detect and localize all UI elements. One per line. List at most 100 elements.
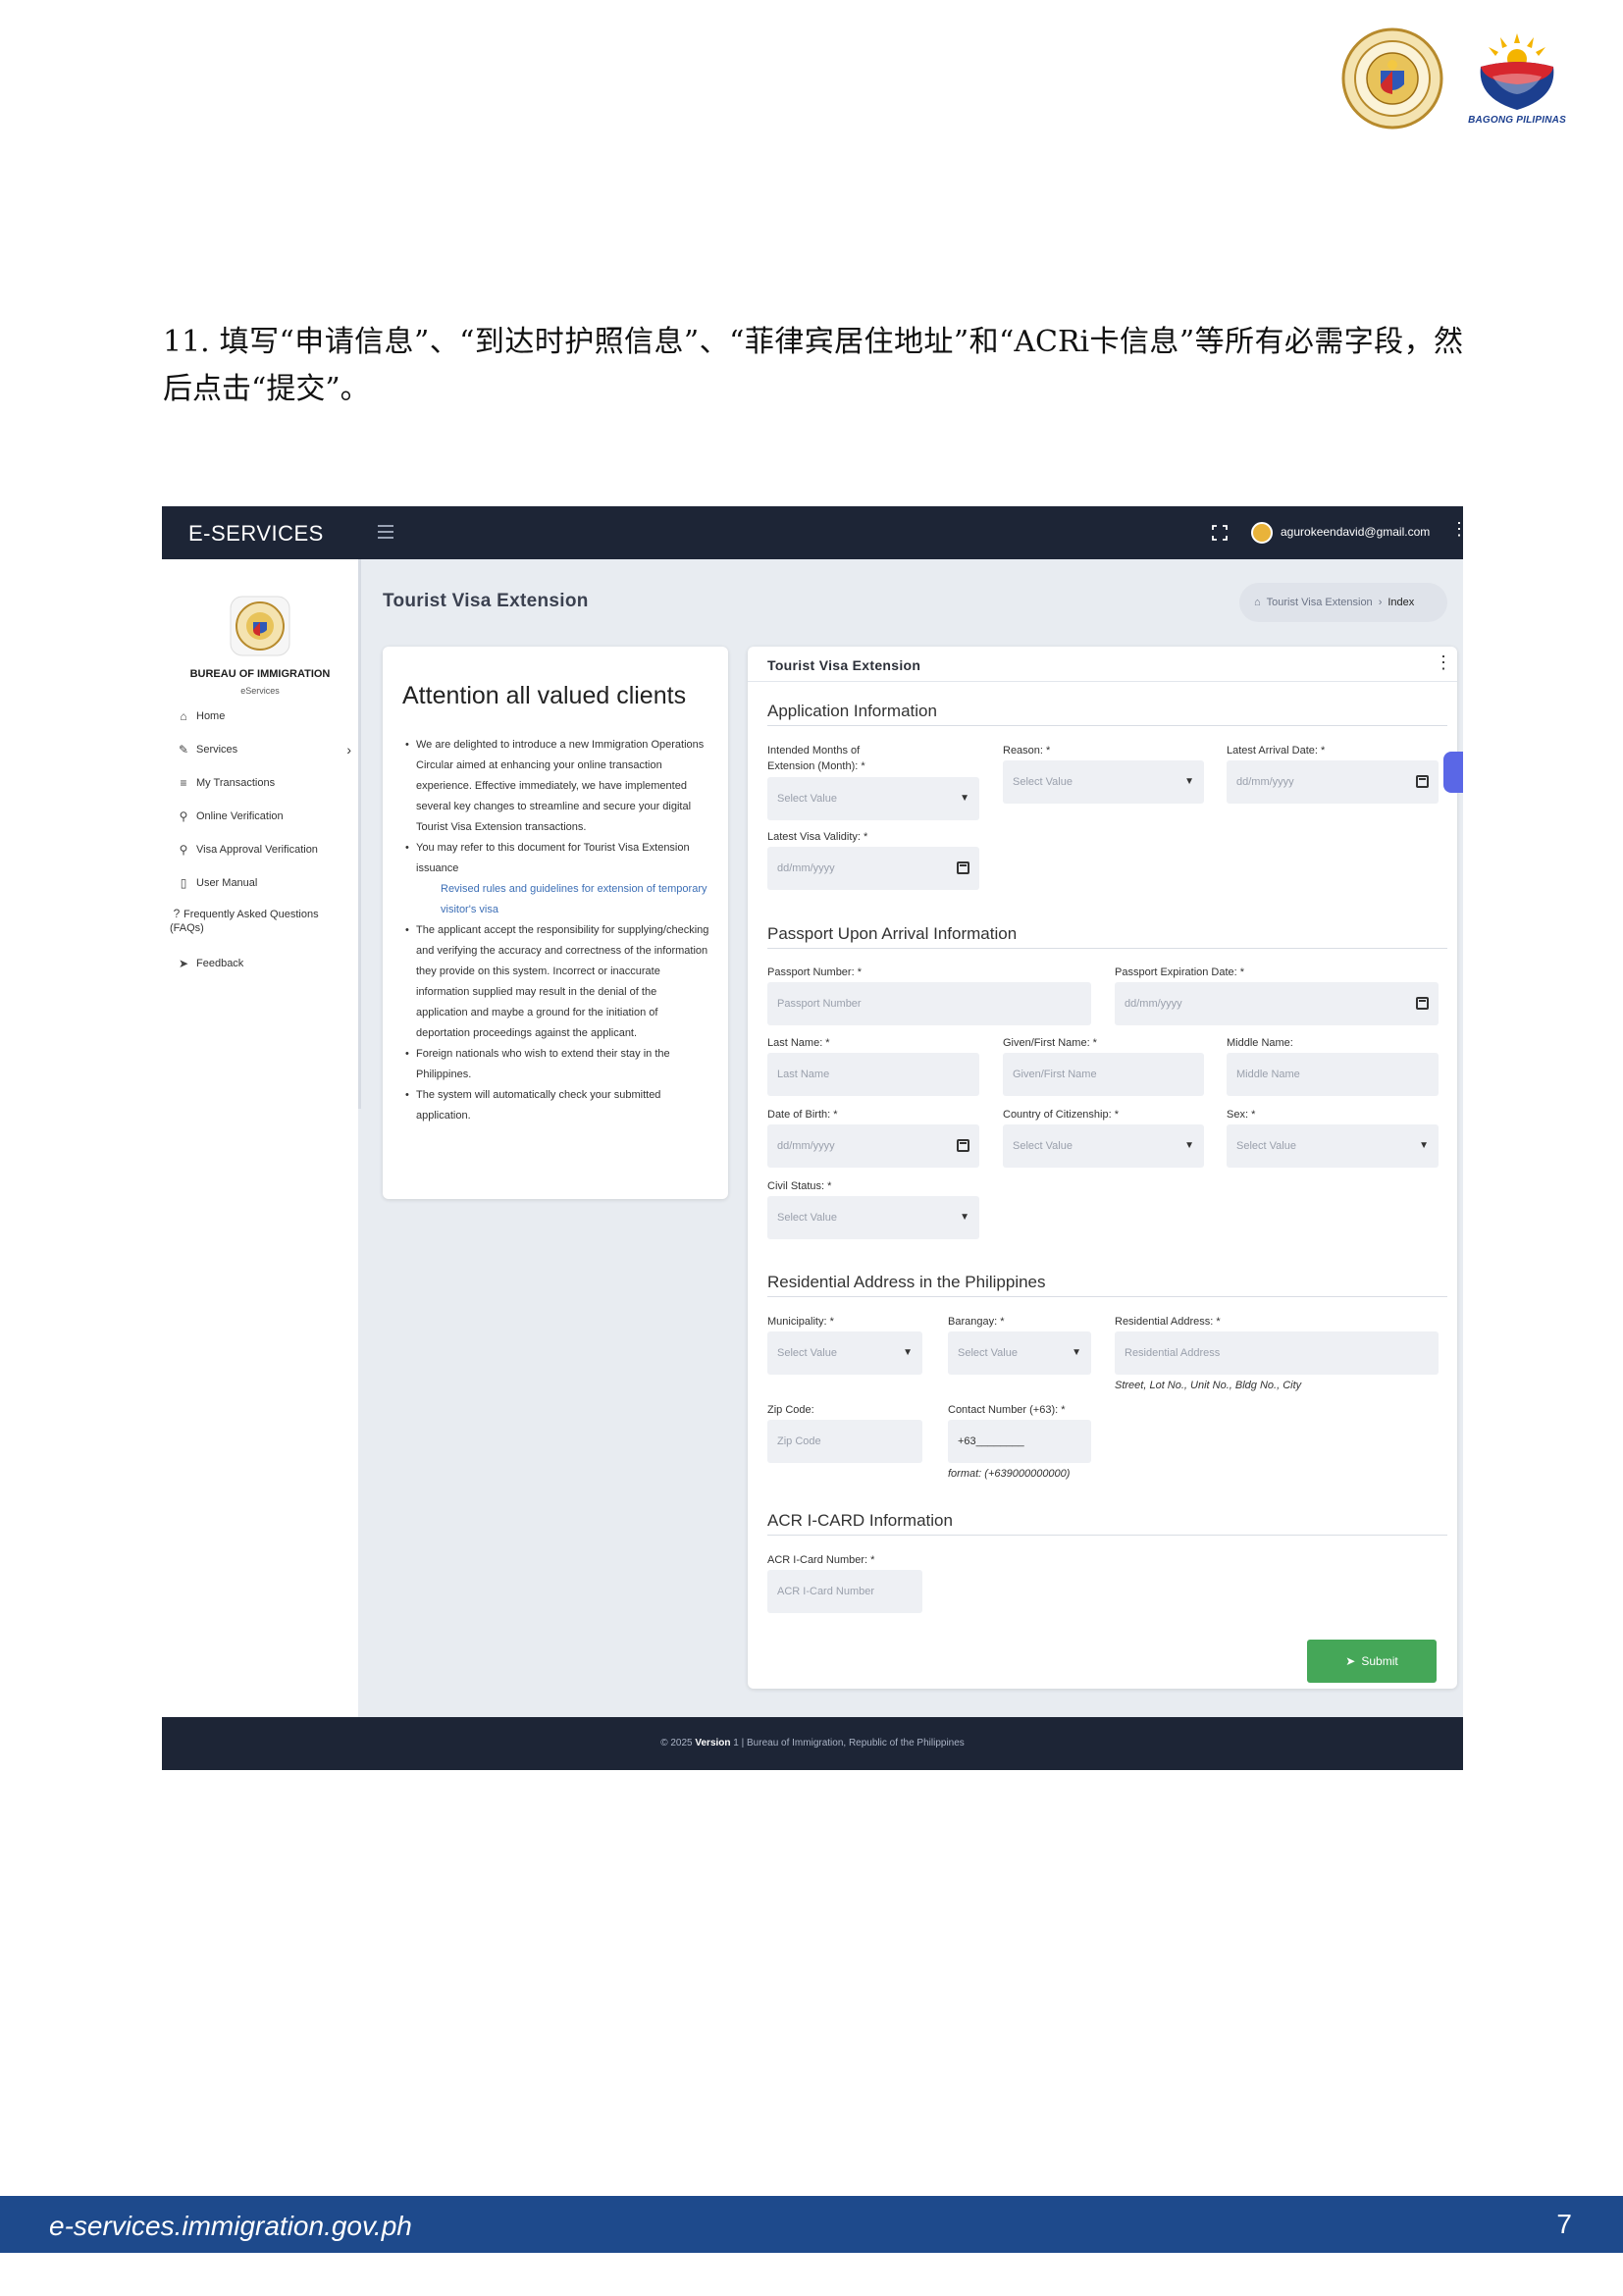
- barangay-select[interactable]: Select Value ▼: [948, 1331, 1091, 1375]
- footer-copyright: © 2025: [660, 1738, 693, 1748]
- residential-address-hint: Street, Lot No., Unit No., Bldg No., Cit…: [1115, 1380, 1302, 1391]
- more-options-icon[interactable]: ⋮: [1450, 520, 1463, 538]
- passport-expiration-input[interactable]: dd/mm/yyyy: [1115, 982, 1439, 1025]
- calendar-icon[interactable]: [1416, 775, 1429, 788]
- tourist-visa-extension-form: Tourist Visa Extension ⋮ Application Inf…: [748, 647, 1457, 1689]
- municipality-select[interactable]: Select Value ▼: [767, 1331, 922, 1375]
- bagong-pilipinas-text: BAGONG PILIPINAS: [1468, 115, 1566, 126]
- calendar-icon[interactable]: [957, 861, 969, 874]
- submit-label: Submit: [1361, 1654, 1398, 1668]
- home-icon[interactable]: ⌂: [1254, 597, 1261, 608]
- chevron-right-icon: ›: [346, 742, 351, 757]
- form-options-icon[interactable]: ⋮: [1435, 652, 1452, 673]
- sidebar-item-online-verification[interactable]: ⚲ Online Verification: [177, 807, 351, 826]
- date-placeholder: dd/mm/yyyy: [1236, 776, 1294, 788]
- settings-side-tab[interactable]: [1443, 752, 1463, 793]
- sex-select[interactable]: Select Value ▼: [1227, 1124, 1439, 1168]
- citizenship-select[interactable]: Select Value ▼: [1003, 1124, 1204, 1168]
- hamburger-menu-icon[interactable]: [378, 525, 393, 539]
- select-placeholder: Select Value: [1013, 776, 1073, 788]
- submit-button[interactable]: ➤ Submit: [1307, 1640, 1437, 1683]
- sidebar-item-home[interactable]: ⌂ Home: [177, 706, 351, 726]
- attention-card: Attention all valued clients We are deli…: [383, 647, 728, 1199]
- given-name-input[interactable]: Given/First Name: [1003, 1053, 1204, 1096]
- page-footer: e-services.immigration.gov.ph 7: [0, 2196, 1623, 2253]
- section-rule: [767, 725, 1447, 726]
- arrival-date-input[interactable]: dd/mm/yyyy: [1227, 760, 1439, 804]
- search-icon: ⚲: [179, 809, 188, 823]
- section-rule: [767, 948, 1447, 949]
- caret-down-icon: ▼: [1072, 1347, 1081, 1358]
- zip-code-input[interactable]: Zip Code: [767, 1420, 922, 1463]
- residential-address-label: Residential Address: *: [1115, 1316, 1221, 1328]
- passport-number-input[interactable]: Passport Number: [767, 982, 1091, 1025]
- given-name-label: Given/First Name: *: [1003, 1037, 1097, 1049]
- calendar-icon[interactable]: [957, 1139, 969, 1152]
- contact-number-hint: format: (+639000000000): [948, 1468, 1071, 1480]
- sidebar-item-services[interactable]: ✎ Services ›: [177, 740, 351, 759]
- arrival-date-label: Latest Arrival Date: *: [1227, 745, 1326, 757]
- last-name-label: Last Name: *: [767, 1037, 830, 1049]
- civil-status-label: Civil Status: *: [767, 1180, 832, 1192]
- breadcrumb: ⌂ Tourist Visa Extension › Index: [1239, 583, 1447, 622]
- page-number: 7: [1556, 2209, 1572, 2239]
- bagong-pilipinas-logo: BAGONG PILIPINAS: [1465, 27, 1569, 126]
- fullscreen-icon[interactable]: [1212, 525, 1228, 541]
- date-placeholder: dd/mm/yyyy: [1125, 998, 1182, 1010]
- barangay-label: Barangay: *: [948, 1316, 1005, 1328]
- residential-address-input[interactable]: Residential Address: [1115, 1331, 1439, 1375]
- sidebar-item-my-transactions[interactable]: ≡ My Transactions: [177, 773, 351, 793]
- attention-item: We are delighted to introduce a new Immi…: [405, 735, 710, 838]
- breadcrumb-current: Index: [1387, 597, 1415, 608]
- contact-number-value: +63________: [958, 1435, 1024, 1447]
- question-icon: ?: [173, 907, 181, 920]
- attention-title: Attention all valued clients: [402, 682, 687, 709]
- page-title: Tourist Visa Extension: [383, 591, 589, 611]
- sidebar-item-feedback[interactable]: ➤ Feedback: [177, 954, 351, 973]
- sidebar-item-label: Services: [196, 744, 238, 756]
- sidebar-item-visa-approval-verification[interactable]: ⚲ Visa Approval Verification: [177, 840, 351, 860]
- input-placeholder: Last Name: [777, 1069, 830, 1080]
- attention-item: Foreign nationals who wish to extend the…: [405, 1044, 710, 1085]
- reason-label: Reason: *: [1003, 745, 1051, 757]
- input-placeholder: ACR I-Card Number: [777, 1586, 875, 1597]
- section-rule: [767, 1296, 1447, 1297]
- last-name-input[interactable]: Last Name: [767, 1053, 979, 1096]
- brand-title[interactable]: E-SERVICES: [188, 521, 324, 547]
- sidebar-item-label: Visa Approval Verification: [196, 844, 318, 856]
- breadcrumb-parent[interactable]: Tourist Visa Extension: [1267, 597, 1373, 608]
- user-avatar[interactable]: [1251, 522, 1273, 544]
- months-label: Intended Months of Extension (Month): *: [767, 745, 865, 772]
- guidelines-link[interactable]: Revised rules and guidelines for extensi…: [416, 879, 710, 920]
- top-navbar: E-SERVICES agurokeendavid@gmail.com ⋮: [162, 506, 1463, 559]
- select-placeholder: Select Value: [777, 1347, 837, 1359]
- user-email[interactable]: agurokeendavid@gmail.com: [1281, 525, 1430, 539]
- sidebar-item-label-wrap: ? Frequently Asked Questions (FAQs): [170, 907, 344, 935]
- attention-list: We are delighted to introduce a new Immi…: [405, 735, 710, 1126]
- acr-number-input[interactable]: ACR I-Card Number: [767, 1570, 922, 1613]
- date-placeholder: dd/mm/yyyy: [777, 862, 835, 874]
- middle-name-label: Middle Name:: [1227, 1037, 1293, 1049]
- caret-down-icon: ▼: [903, 1347, 913, 1358]
- sidebar-item-user-manual[interactable]: ▯ User Manual: [177, 873, 351, 893]
- section-acr-icard: ACR I-CARD Information: [767, 1511, 953, 1530]
- civil-status-select[interactable]: Select Value ▼: [767, 1196, 979, 1239]
- calendar-icon[interactable]: [1416, 997, 1429, 1010]
- footer-url[interactable]: e-services.immigration.gov.ph: [49, 2211, 412, 2242]
- passport-number-label: Passport Number: *: [767, 966, 862, 978]
- app-footer: © 2025 Version 1 | Bureau of Immigration…: [162, 1717, 1463, 1770]
- months-select[interactable]: Select Value ▼: [767, 777, 979, 820]
- caret-down-icon: ▼: [960, 793, 969, 804]
- dob-input[interactable]: dd/mm/yyyy: [767, 1124, 979, 1168]
- input-placeholder: Middle Name: [1236, 1069, 1300, 1080]
- sidebar-seal-logo: [230, 596, 290, 656]
- sidebar-item-faqs[interactable]: ? Frequently Asked Questions (FAQs): [170, 907, 344, 935]
- bagong-pilipinas-emblem: [1480, 33, 1554, 110]
- send-icon: ➤: [1345, 1654, 1356, 1668]
- visa-validity-input[interactable]: dd/mm/yyyy: [767, 847, 979, 890]
- sidebar-divider: [358, 559, 361, 1109]
- reason-select[interactable]: Select Value ▼: [1003, 760, 1204, 804]
- contact-number-input[interactable]: +63________: [948, 1420, 1091, 1463]
- middle-name-input[interactable]: Middle Name: [1227, 1053, 1439, 1096]
- bureau-of-immigration-seal: [1341, 27, 1443, 130]
